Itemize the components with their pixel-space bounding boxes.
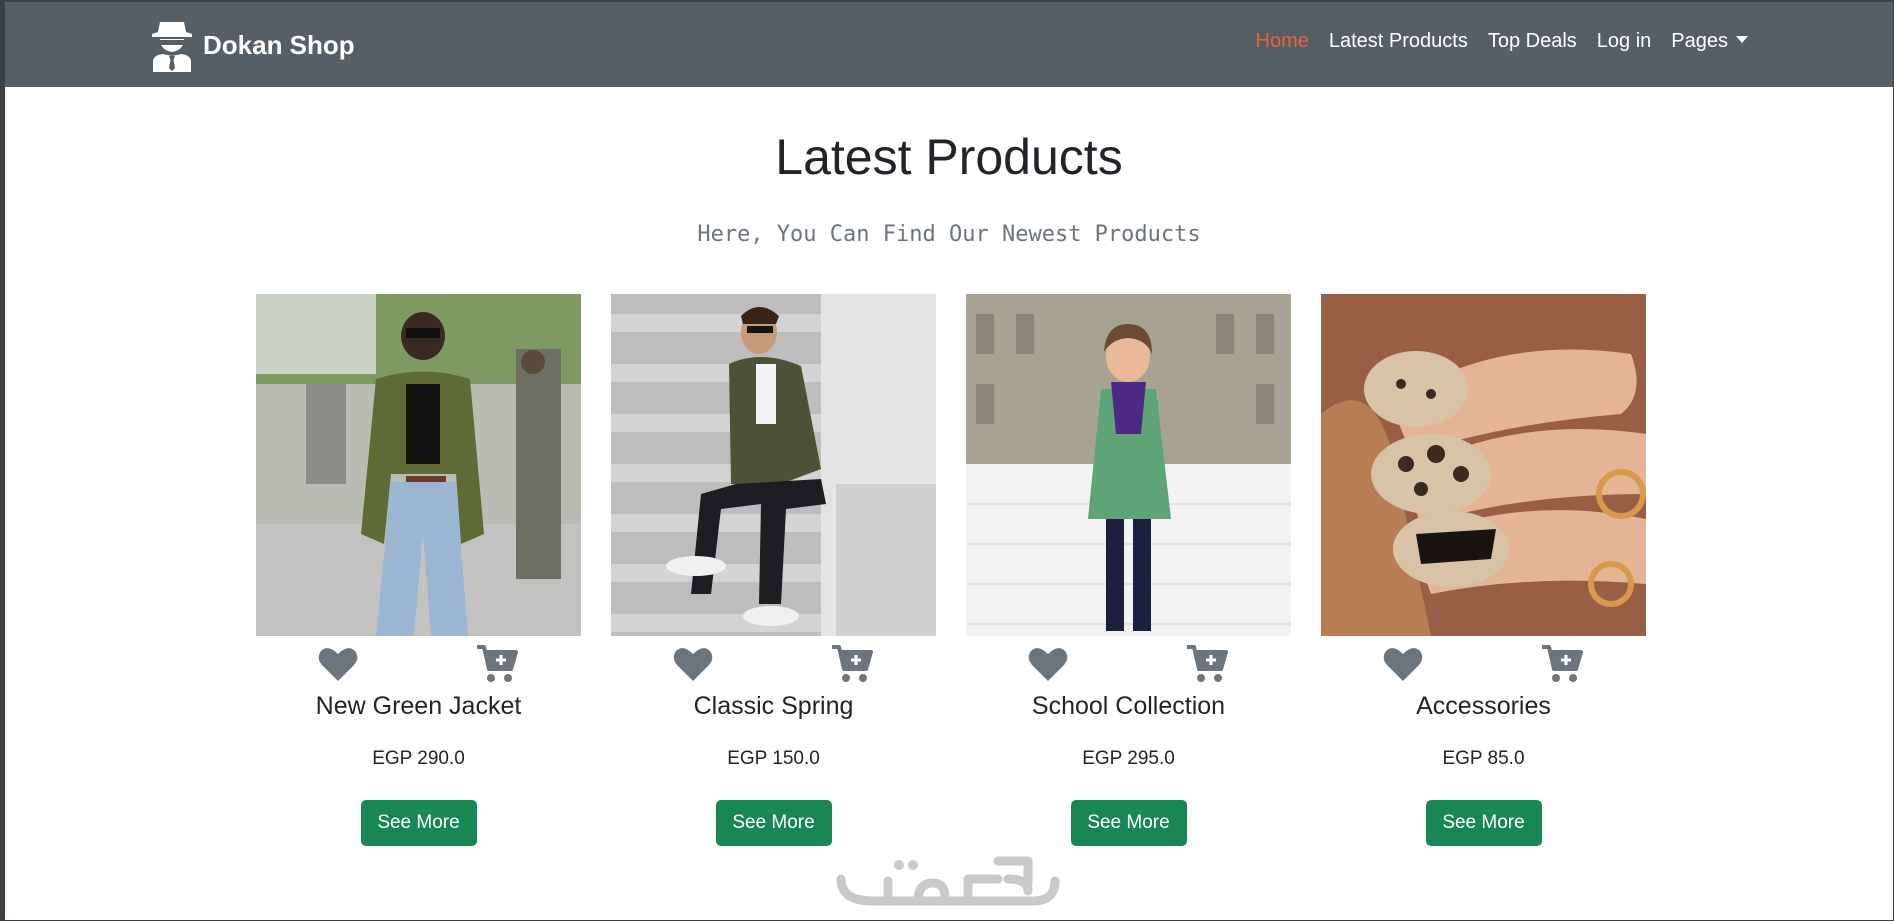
heart-icon[interactable]: [318, 646, 358, 682]
product-card: New Green Jacket EGP 290.0 See More: [256, 294, 581, 846]
see-more-button[interactable]: See More: [715, 800, 832, 846]
product-name: Classic Spring: [693, 692, 854, 720]
page-title: Latest Products: [775, 129, 1123, 185]
product-price: EGP 85.0: [1442, 748, 1525, 769]
nav-latest-products[interactable]: Latest Products: [1329, 30, 1468, 53]
product-name: School Collection: [1031, 692, 1226, 720]
nav-log-in[interactable]: Log in: [1597, 30, 1652, 53]
card-actions: [1321, 636, 1646, 686]
heart-icon[interactable]: [1028, 646, 1068, 682]
cart-plus-icon[interactable]: [1541, 644, 1583, 684]
product-price: EGP 290.0: [372, 748, 465, 769]
brand-name: Dokan Shop: [203, 29, 355, 60]
nav-pages-dropdown[interactable]: Pages: [1671, 30, 1748, 53]
cart-plus-icon[interactable]: [476, 644, 518, 684]
product-card: Classic Spring EGP 150.0 See More: [611, 294, 936, 846]
nav-top-deals[interactable]: Top Deals: [1488, 30, 1577, 53]
khamsat-watermark-logo: [836, 856, 1060, 906]
man-camo-jacket-stairs-photo[interactable]: [611, 294, 936, 636]
cart-plus-icon[interactable]: [831, 644, 873, 684]
girl-green-coat-photo[interactable]: [966, 294, 1291, 636]
product-name: New Green Jacket: [315, 692, 522, 720]
browser-viewport: Dokan Shop Home Latest Products Top Deal…: [0, 0, 1894, 921]
cart-plus-icon[interactable]: [1186, 644, 1228, 684]
see-more-button[interactable]: See More: [360, 800, 477, 846]
card-actions: [256, 636, 581, 686]
heart-icon[interactable]: [1383, 646, 1423, 682]
heart-icon[interactable]: [673, 646, 713, 682]
gold-nails-photo[interactable]: [1321, 294, 1646, 636]
product-price: EGP 295.0: [1082, 748, 1175, 769]
page-subtitle: Here, You Can Find Our Newest Products: [697, 222, 1201, 247]
nav-home[interactable]: Home: [1256, 30, 1309, 53]
see-more-button[interactable]: See More: [1070, 800, 1187, 846]
navbar: Dokan Shop Home Latest Products Top Deal…: [5, 2, 1893, 87]
nav-menu: Home Latest Products Top Deals Log in Pa…: [1256, 30, 1748, 53]
see-more-button[interactable]: See More: [1425, 800, 1542, 846]
spy-icon: [152, 22, 192, 72]
card-actions: [611, 636, 936, 686]
card-actions: [966, 636, 1291, 686]
caret-down-icon: [1736, 36, 1748, 43]
product-card: Accessories EGP 85.0 See More: [1321, 294, 1646, 846]
product-card: School Collection EGP 295.0 See More: [966, 294, 1291, 846]
woman-green-jacket-photo[interactable]: [256, 294, 581, 636]
brand-link[interactable]: Dokan Shop: [151, 17, 355, 73]
product-price: EGP 150.0: [727, 748, 820, 769]
product-name: Accessories: [1416, 692, 1551, 720]
nav-pages-label: Pages: [1671, 30, 1728, 52]
